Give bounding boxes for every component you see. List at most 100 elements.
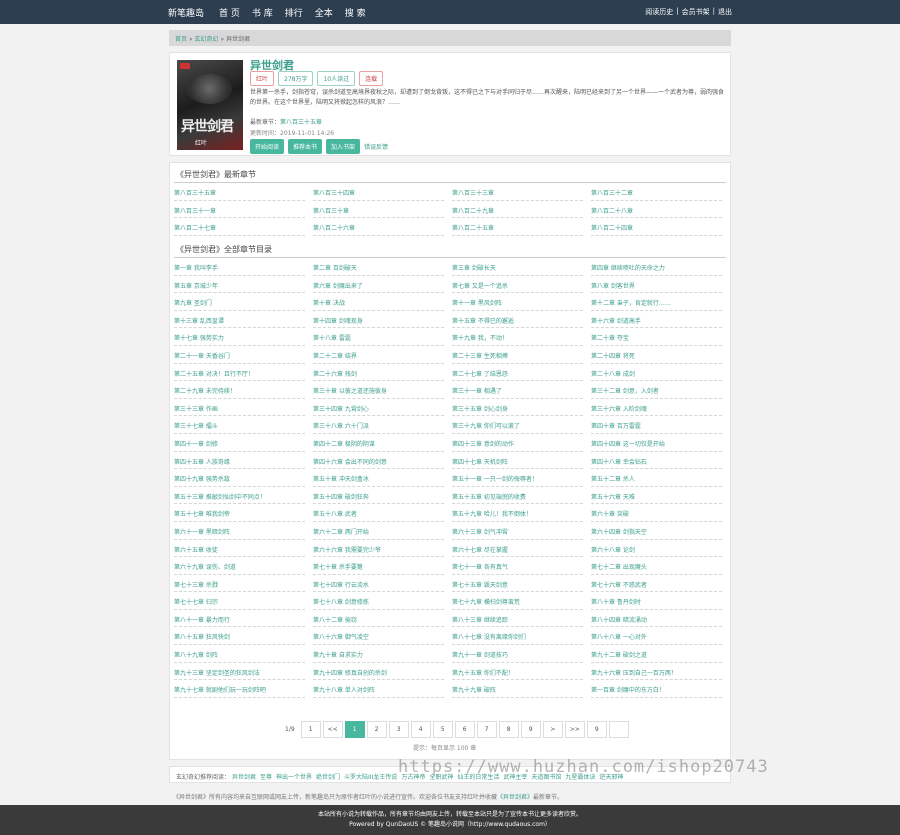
chapter-link[interactable]: 第五十三章 推敲剑仙剑中不同点！ — [174, 487, 305, 505]
chapter-link[interactable]: 第八十八章 一心对外 — [591, 627, 722, 646]
nav-home[interactable]: 首 页 — [219, 6, 240, 19]
recommend-button[interactable]: 推荐本书 — [288, 139, 323, 154]
chapter-link[interactable]: 第六十八章 论剑 — [591, 540, 722, 558]
chapter-link[interactable]: 第四十六章 会出不同的剑意 — [313, 452, 444, 470]
start-reading-button[interactable]: 开始阅读 — [250, 139, 285, 154]
chapter-link[interactable]: 第六十七章 尽在掌握 — [452, 540, 583, 558]
chapter-link[interactable]: 第八百三十五章 — [174, 183, 305, 201]
nav-library[interactable]: 书 库 — [252, 6, 273, 19]
chapter-link[interactable]: 第六十四章 剑指天空 — [591, 522, 722, 540]
page-button[interactable]: 6 — [454, 721, 475, 738]
nav-search[interactable]: 搜 索 — [345, 6, 366, 19]
chapter-link[interactable]: 第七十五章 毁天剑意 — [452, 575, 583, 593]
chapter-link[interactable]: 第七十四章 行云流水 — [313, 575, 444, 593]
chapter-link[interactable]: 第二十八章 成剑 — [591, 364, 722, 382]
add-bookshelf-button[interactable]: 加入书架 — [326, 139, 361, 154]
chapter-link[interactable]: 第四章 继续喷吐的天命之力 — [591, 258, 722, 276]
chapter-link[interactable]: 第九十八章 单人对剑阵 — [313, 680, 444, 698]
chapter-link[interactable]: 第四十二章 极阴的阴谋 — [313, 434, 444, 452]
chapter-link[interactable]: 第五十五章 初见端倪的收费 — [452, 487, 583, 505]
chapter-link[interactable]: 第二十五章 对决！且行不厅！ — [174, 364, 305, 382]
chapter-link[interactable]: 第八百二十七章 — [174, 218, 305, 236]
chapter-link[interactable]: 第九十九章 破阵 — [452, 680, 583, 698]
chapter-link[interactable]: 第九十七章 就剧他们玩一玩剑阵吧 — [174, 680, 305, 698]
chapter-link[interactable]: 第八十四章 暗流涌动 — [591, 610, 722, 628]
chapter-link[interactable]: 第十三章 乱西皇谭 — [174, 311, 305, 329]
nav-ranking[interactable]: 排行 — [285, 6, 303, 19]
page-button[interactable]: > — [542, 721, 563, 738]
chapter-link[interactable]: 第十八章 雷霆 — [313, 328, 444, 346]
page-button[interactable]: 9 — [520, 721, 541, 738]
breadcrumb-category[interactable]: 玄幻奇幻 — [195, 36, 219, 43]
chapter-link[interactable]: 第八百二十六章 — [313, 218, 444, 236]
chapter-link[interactable]: 第八百二十五章 — [452, 218, 583, 236]
chapter-link[interactable]: 第五十四章 破剑狂奔 — [313, 487, 444, 505]
chapter-link[interactable]: 第一百章 剑魔中的东方白！ — [591, 680, 722, 698]
chapter-link[interactable]: 第八百二十九章 — [452, 201, 583, 219]
author-tag[interactable]: 红叶 — [250, 71, 275, 86]
chapter-link[interactable]: 第四十九章 强势杀敌 — [174, 469, 305, 487]
chapter-link[interactable]: 第二十四章 将死 — [591, 346, 722, 364]
chapter-link[interactable]: 第四十章 百万雷霆 — [591, 416, 722, 434]
chapter-link[interactable]: 第九章 圣剑门 — [174, 293, 305, 311]
chapter-link[interactable]: 第九十五章 你们不配！ — [452, 663, 583, 681]
chapter-link[interactable]: 第八百三十二章 — [591, 183, 722, 201]
chapter-link[interactable]: 第七十一章 各有真气 — [452, 557, 583, 575]
chapter-link[interactable]: 第八百二十八章 — [591, 201, 722, 219]
chapter-link[interactable]: 第七十八章 剑意修炼 — [313, 592, 444, 610]
chapter-link[interactable]: 第六十三章 剑气冲霄 — [452, 522, 583, 540]
chapter-link[interactable]: 第三十六章 入阶剑魂 — [591, 399, 722, 417]
chapter-link[interactable]: 第九十一章 剑道技巧 — [452, 645, 583, 663]
site-logo[interactable]: 新笔趣岛 — [168, 6, 204, 19]
bookshelf-link[interactable]: 会员书架 — [682, 7, 710, 17]
chapter-link[interactable]: 第十二章 枭子，肯定就行…… — [591, 293, 722, 311]
chapter-link[interactable]: 第八百三十章 — [313, 201, 444, 219]
chapter-link[interactable]: 第八十一章 暴力而行 — [174, 610, 305, 628]
page-button[interactable]: 9 — [586, 721, 607, 738]
related-book-link[interactable]: 神出一个世界 — [276, 774, 312, 781]
chapter-link[interactable]: 第八百三十四章 — [313, 183, 444, 201]
chapter-link[interactable]: 第四十七章 天机剑阵 — [452, 452, 583, 470]
page-button[interactable]: 1 — [344, 721, 365, 738]
chapter-link[interactable]: 第三十八章 六十门派 — [313, 416, 444, 434]
chapter-link[interactable]: 第八十九章 剑阵 — [174, 645, 305, 663]
chapter-link[interactable]: 第五十六章 天难 — [591, 487, 722, 505]
logout-link[interactable]: 退出 — [718, 7, 732, 17]
chapter-link[interactable]: 第九十三章 坚定剑圣的狂风剑法 — [174, 663, 305, 681]
breadcrumb-home[interactable]: 首页 — [175, 36, 187, 43]
chapter-link[interactable]: 第五十九章 哈儿！我不倒体！ — [452, 504, 583, 522]
chapter-link[interactable]: 第四十一章 剑修 — [174, 434, 305, 452]
chapter-link[interactable]: 第八十三章 继续追踪 — [452, 610, 583, 628]
page-button[interactable]: 1 — [300, 721, 321, 738]
disclaimer-book-link[interactable]: 《异世剑君》 — [497, 794, 533, 801]
page-button[interactable]: 8 — [498, 721, 519, 738]
related-book-link[interactable]: 绝世剑门 — [316, 774, 340, 781]
chapter-link[interactable]: 第四十八章 幸会钻石 — [591, 452, 722, 470]
chapter-link[interactable]: 第五十章 冲天剑盒冰 — [313, 469, 444, 487]
chapter-link[interactable]: 第二十二章 结界 — [313, 346, 444, 364]
chapter-link[interactable]: 第六十六章 我需要完少爷 — [313, 540, 444, 558]
chapter-link[interactable]: 第九十二章 破剑之道 — [591, 645, 722, 663]
chapter-link[interactable]: 第二十章 夺宝 — [591, 328, 722, 346]
chapter-link[interactable]: 第三十五章 剑心剑身 — [452, 399, 583, 417]
chapter-link[interactable]: 第十一章 黑风剑阵 — [452, 293, 583, 311]
chapter-link[interactable]: 第十五章 不得已的邂逅 — [452, 311, 583, 329]
chapter-link[interactable]: 第十六章 剑道高手 — [591, 311, 722, 329]
report-error-link[interactable]: 错误反馈 — [364, 142, 388, 151]
chapter-link[interactable]: 第二十一章 天香谷门 — [174, 346, 305, 364]
chapter-link[interactable]: 第二十六章 残剑 — [313, 364, 444, 382]
chapter-link[interactable]: 第二十七章 了结恩怨 — [452, 364, 583, 382]
chapter-link[interactable]: 第五十二章 杀人 — [591, 469, 722, 487]
chapter-link[interactable]: 第二章 百剑破天 — [313, 258, 444, 276]
chapter-link[interactable]: 第九十六章 压到自己一百万两！ — [591, 663, 722, 681]
page-button[interactable]: 7 — [476, 721, 497, 738]
page-button[interactable]: 3 — [388, 721, 409, 738]
chapter-link[interactable]: 第十四章 剑魂现身 — [313, 311, 444, 329]
chapter-link[interactable]: 第六章 剑魔出来了 — [313, 276, 444, 294]
chapter-link[interactable]: 第八十二章 偷窃 — [313, 610, 444, 628]
chapter-link[interactable]: 第三十二章 剑意，入剑者 — [591, 381, 722, 399]
chapter-link[interactable]: 第二十九章 未完待续！ — [174, 381, 305, 399]
chapter-link[interactable]: 第八十七章 没有离缘你剑们 — [452, 627, 583, 646]
related-book-link[interactable]: 至尊 — [260, 774, 272, 781]
chapter-link[interactable]: 第六十一章 黑暗剑阵 — [174, 522, 305, 540]
